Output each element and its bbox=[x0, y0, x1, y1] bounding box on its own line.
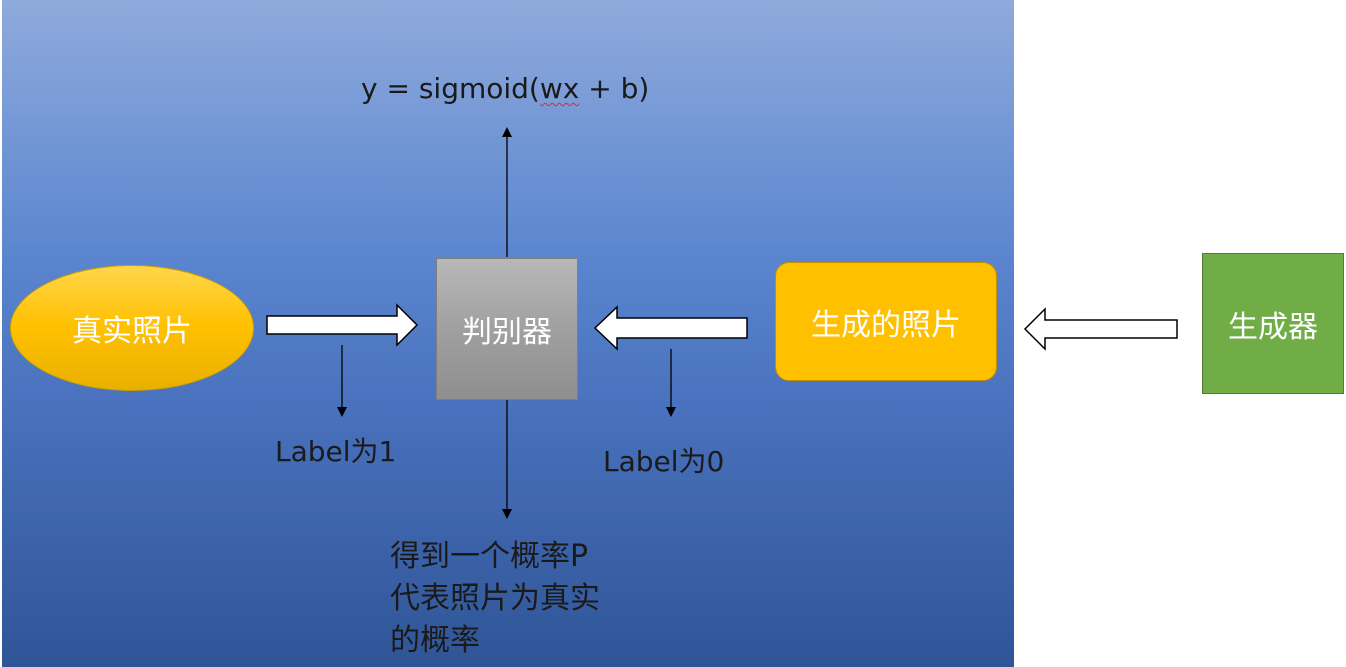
probability-line-3: 的概率 bbox=[390, 623, 480, 658]
fake-label-text: Label为0 bbox=[603, 445, 725, 478]
real-label-text: Label为1 bbox=[275, 435, 397, 468]
discriminator-node: 判别器 bbox=[436, 258, 578, 400]
probability-line-2: 代表照片为真实 bbox=[390, 581, 600, 616]
generated-photo-label: 生成的照片 bbox=[811, 307, 961, 343]
generator-label: 生成器 bbox=[1228, 309, 1318, 345]
block-arrow-real-to-discriminator bbox=[266, 303, 419, 347]
block-arrow-generator-to-generated bbox=[1023, 307, 1178, 351]
discriminator-label: 判别器 bbox=[462, 315, 552, 350]
diagram-canvas: 真实照片 判别器 生成的照片 生成器 y = sigmoid(wx + b) L… bbox=[0, 0, 1346, 667]
generator-node: 生成器 bbox=[1202, 253, 1344, 394]
generated-photo-node: 生成的照片 bbox=[775, 262, 997, 381]
probability-description: 得到一个概率P 代表照片为真实 的概率 bbox=[390, 536, 650, 662]
block-arrow-generated-to-discriminator bbox=[593, 305, 748, 351]
sigmoid-formula: y = sigmoid(wx + b) bbox=[361, 72, 649, 105]
probability-line-1: 得到一个概率P bbox=[390, 539, 589, 574]
real-photo-node: 真实照片 bbox=[10, 265, 254, 391]
formula-underlined-term: wx bbox=[539, 72, 580, 105]
formula-suffix: + b) bbox=[579, 72, 650, 105]
formula-prefix: y = sigmoid( bbox=[361, 72, 540, 105]
real-photo-label: 真实照片 bbox=[72, 314, 192, 349]
